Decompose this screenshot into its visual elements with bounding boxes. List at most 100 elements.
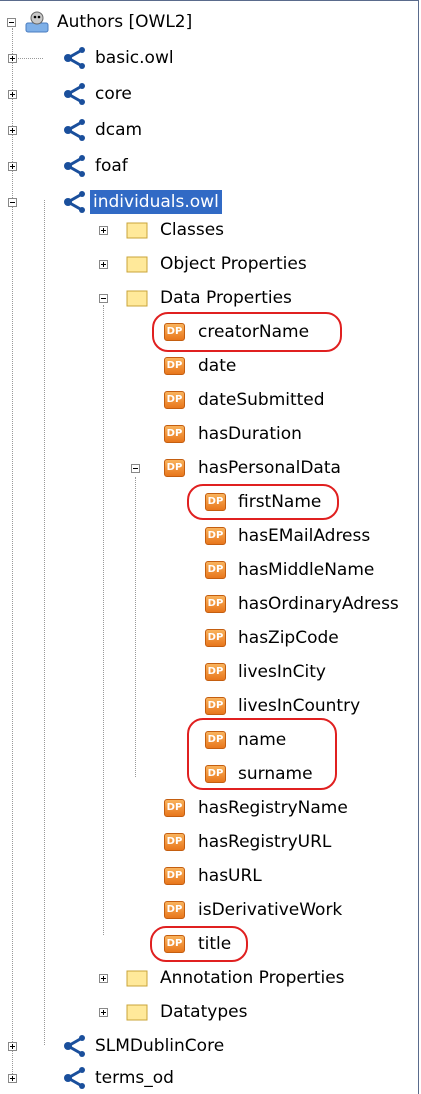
tree-item-label: date — [198, 356, 237, 376]
data-property-item[interactable]: DP isDerivativeWork — [0, 896, 345, 924]
ontology-icon — [64, 1067, 85, 1089]
tree-item-label: hasPersonalData — [198, 458, 341, 478]
folder-icon — [126, 222, 148, 239]
tree-item-label: foaf — [95, 156, 128, 176]
data-property-icon: DP — [205, 663, 226, 681]
ontology-icon — [64, 155, 85, 177]
data-property-item[interactable]: DP hasDuration — [0, 420, 305, 448]
data-property-item[interactable]: DP hasZipCode — [0, 624, 342, 652]
data-property-item[interactable]: DP hasPersonalData — [0, 454, 344, 482]
tree-item-label: SLMDublinCore — [95, 1036, 225, 1056]
ontology-icon — [64, 47, 85, 69]
tree-item-label: dcam — [95, 120, 143, 140]
collapse-icon[interactable] — [131, 464, 140, 473]
tree-item-label: individuals.owl — [90, 190, 222, 214]
expand-icon[interactable] — [8, 90, 17, 99]
folder-classes[interactable]: Classes — [0, 216, 227, 244]
tree-item-label: Annotation Properties — [160, 968, 345, 988]
expand-icon[interactable] — [99, 226, 108, 235]
data-property-icon: DP — [205, 629, 226, 647]
tree-item-label: livesInCity — [238, 662, 326, 682]
tree-item-label: hasURL — [198, 866, 262, 886]
tree-item-label: hasEMailAdress — [238, 526, 371, 546]
collapse-icon[interactable] — [8, 198, 17, 207]
tree-item-label: hasDuration — [198, 424, 302, 444]
data-property-icon: DP — [205, 561, 226, 579]
tree-item-label: hasZipCode — [238, 628, 339, 648]
tree-item-ontology[interactable]: basic.owl — [0, 44, 177, 72]
expand-icon[interactable] — [99, 974, 108, 983]
ontology-icon — [64, 191, 85, 213]
data-property-item[interactable]: DP date — [0, 352, 239, 380]
expand-icon[interactable] — [8, 1074, 17, 1083]
tree-root-label: Authors [OWL2] — [57, 12, 193, 32]
folder-icon — [126, 290, 148, 307]
tree-item-label: isDerivativeWork — [198, 900, 343, 920]
data-property-item[interactable]: DP hasOrdinaryAdress — [0, 590, 402, 618]
highlight-oval — [187, 484, 339, 520]
folder-data-properties[interactable]: Data Properties — [0, 284, 295, 312]
collapse-icon[interactable] — [99, 294, 108, 303]
collapse-icon[interactable] — [7, 18, 16, 27]
tree-root[interactable]: Authors [OWL2] — [0, 8, 195, 36]
expand-icon[interactable] — [8, 1042, 17, 1051]
ontology-icon — [64, 1035, 85, 1057]
tree-item-label: core — [95, 84, 132, 104]
data-property-icon: DP — [164, 425, 185, 443]
highlight-oval — [152, 312, 342, 352]
highlight-oval — [187, 718, 337, 790]
expand-icon[interactable] — [99, 1008, 108, 1017]
data-property-icon: DP — [205, 595, 226, 613]
highlight-oval — [150, 926, 248, 962]
folder-annotation-properties[interactable]: Annotation Properties — [0, 964, 348, 992]
owl-project-icon — [25, 11, 49, 33]
tree-item-ontology[interactable]: dcam — [0, 116, 145, 144]
data-property-icon: DP — [164, 357, 185, 375]
ontology-icon — [64, 119, 85, 141]
data-property-icon: DP — [164, 867, 185, 885]
tree-item-label: basic.owl — [95, 48, 174, 68]
ontology-tree[interactable]: Authors [OWL2] basic.owl core dcam foaf … — [0, 0, 421, 1094]
ontology-icon — [64, 83, 85, 105]
data-property-icon: DP — [164, 459, 185, 477]
tree-item-ontology[interactable]: terms_od — [0, 1064, 177, 1092]
folder-object-properties[interactable]: Object Properties — [0, 250, 310, 278]
expand-icon[interactable] — [99, 260, 108, 269]
tree-item-label: hasOrdinaryAdress — [238, 594, 399, 614]
tree-item-ontology[interactable]: foaf — [0, 152, 131, 180]
expand-icon[interactable] — [8, 162, 17, 171]
expand-icon[interactable] — [8, 126, 17, 135]
folder-icon — [126, 1004, 148, 1021]
data-property-icon: DP — [164, 901, 185, 919]
tree-item-label: Data Properties — [160, 288, 292, 308]
tree-item-ontology-selected[interactable]: individuals.owl — [0, 188, 222, 216]
tree-item-ontology[interactable]: SLMDublinCore — [0, 1032, 227, 1060]
tree-item-label: hasRegistryName — [198, 798, 348, 818]
expand-icon[interactable] — [8, 54, 17, 63]
tree-item-label: livesInCountry — [238, 696, 361, 716]
data-property-item[interactable]: DP hasRegistryName — [0, 794, 351, 822]
data-property-item[interactable]: DP dateSubmitted — [0, 386, 328, 414]
data-property-item[interactable]: DP livesInCity — [0, 658, 329, 686]
folder-datatypes[interactable]: Datatypes — [0, 998, 250, 1026]
folder-icon — [126, 970, 148, 987]
tree-item-label: hasMiddleName — [238, 560, 375, 580]
data-property-item[interactable]: DP hasEMailAdress — [0, 522, 373, 550]
tree-item-label: dateSubmitted — [198, 390, 325, 410]
data-property-icon: DP — [164, 833, 185, 851]
data-property-item[interactable]: DP hasMiddleName — [0, 556, 377, 584]
tree-item-label: Object Properties — [160, 254, 307, 274]
data-property-item[interactable]: DP hasURL — [0, 862, 265, 890]
data-property-icon: DP — [164, 391, 185, 409]
tree-item-label: hasRegistryURL — [198, 832, 332, 852]
tree-item-label: terms_od — [95, 1068, 174, 1088]
folder-icon — [126, 256, 148, 273]
data-property-item[interactable]: DP livesInCountry — [0, 692, 363, 720]
data-property-icon: DP — [205, 697, 226, 715]
tree-item-label: Datatypes — [160, 1002, 248, 1022]
tree-item-label: Classes — [160, 220, 225, 240]
tree-item-ontology[interactable]: core — [0, 80, 135, 108]
data-property-item[interactable]: DP hasRegistryURL — [0, 828, 334, 856]
data-property-icon: DP — [205, 527, 226, 545]
data-property-icon: DP — [164, 799, 185, 817]
